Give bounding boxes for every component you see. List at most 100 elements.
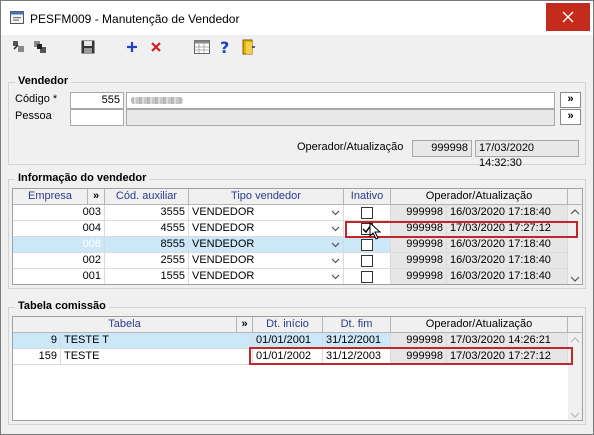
- chevron-down-icon[interactable]: [331, 240, 340, 249]
- comissao-grid-corner: [568, 317, 582, 333]
- operador-id-cell: 999998: [391, 253, 447, 269]
- chevron-down-icon[interactable]: [331, 256, 340, 265]
- add-button[interactable]: [124, 39, 140, 55]
- delete-icon: [151, 42, 161, 52]
- col-tabela-header[interactable]: Tabela: [13, 317, 237, 333]
- info-scrollbar[interactable]: [568, 205, 582, 284]
- scroll-up-icon: [570, 337, 580, 343]
- tipo-vendedor-text: VENDEDOR: [192, 206, 255, 218]
- save-button[interactable]: [80, 39, 96, 55]
- col-empresa-lookup-header[interactable]: »: [88, 189, 105, 205]
- cod-auxiliar-cell[interactable]: 1555: [105, 269, 189, 284]
- tabela-comissao-group: Tabela comissão Tabela » Dt. início Dt. …: [8, 300, 586, 425]
- vendedor-name-field[interactable]: [126, 92, 555, 109]
- tabela-num-cell[interactable]: 159: [13, 349, 61, 365]
- help-button[interactable]: ?: [217, 39, 233, 55]
- calendar-button[interactable]: [194, 39, 210, 55]
- pessoa-name-field: [126, 109, 555, 126]
- scroll-up-icon: [570, 209, 580, 215]
- mouse-cursor-icon: [369, 222, 382, 240]
- cod-auxiliar-cell[interactable]: 4555: [105, 221, 189, 237]
- vendedor-group-title: Vendedor: [15, 75, 72, 87]
- codigo-lookup-button[interactable]: »: [560, 92, 581, 108]
- highlight-annotation-comissao: [249, 347, 573, 365]
- col-cod-auxiliar-header[interactable]: Cód. auxiliar: [105, 189, 189, 205]
- empresa-cell[interactable]: 003: [13, 205, 105, 221]
- save-icon: [81, 40, 95, 54]
- tipo-vendedor-text: VENDEDOR: [192, 222, 255, 234]
- toolbar: ?: [1, 35, 593, 61]
- inativo-checkbox[interactable]: [361, 271, 373, 283]
- inativo-checkbox[interactable]: [361, 255, 373, 267]
- pessoa-label: Pessoa: [15, 110, 52, 122]
- tipo-vendedor-cell[interactable]: VENDEDOR: [189, 205, 344, 221]
- tabela-nome-cell[interactable]: TESTE T: [61, 333, 253, 349]
- chevron-down-icon[interactable]: [331, 208, 340, 217]
- close-button[interactable]: [546, 3, 590, 31]
- tipo-vendedor-cell[interactable]: VENDEDOR: [189, 269, 344, 284]
- col-inativo-header[interactable]: Inativo: [344, 189, 391, 205]
- window-title: PESFM009 - Manutenção de Vendedor: [30, 12, 240, 26]
- tipo-vendedor-cell[interactable]: VENDEDOR: [189, 237, 344, 253]
- cod-auxiliar-cell[interactable]: 8555: [105, 237, 189, 253]
- operador-id-field: 999998: [412, 140, 472, 157]
- app-icon: [10, 11, 24, 24]
- inativo-checkbox[interactable]: [361, 207, 373, 219]
- col-tipo-vendedor-header[interactable]: Tipo vendedor: [189, 189, 344, 205]
- codigo-label: Código *: [15, 93, 58, 105]
- inativo-cell: [344, 269, 391, 284]
- operador-id-cell: 999998: [391, 205, 447, 221]
- pessoa-lookup-button[interactable]: »: [560, 109, 581, 125]
- operador-id-cell: 999998: [391, 269, 447, 284]
- col-operador-header[interactable]: Operador/Atualização: [391, 189, 568, 205]
- tipo-vendedor-text: VENDEDOR: [192, 270, 255, 282]
- cod-auxiliar-cell[interactable]: 2555: [105, 253, 189, 269]
- table-row[interactable]: 008 8555 VENDEDOR 999998 16/03/2020 17:18:40: [13, 237, 568, 253]
- tipo-vendedor-cell[interactable]: VENDEDOR: [189, 253, 344, 269]
- col-comissao-operador-header[interactable]: Operador/Atualização: [391, 317, 568, 333]
- last-record-icon: [34, 41, 46, 53]
- exit-button[interactable]: [241, 39, 257, 55]
- empresa-cell[interactable]: 001: [13, 269, 105, 284]
- empresa-cell[interactable]: 008: [13, 237, 105, 253]
- operador-timestamp-cell: 16/03/2020 17:18:40: [447, 237, 568, 253]
- empresa-cell[interactable]: 002: [13, 253, 105, 269]
- cod-auxiliar-cell[interactable]: 3555: [105, 205, 189, 221]
- table-row[interactable]: 001 1555 VENDEDOR 999998 16/03/2020 17:18:40: [13, 269, 568, 284]
- grid-corner: [568, 189, 582, 205]
- tabela-comissao-grid: Tabela » Dt. início Dt. fim Operador/Atu…: [12, 316, 583, 421]
- table-row[interactable]: 003 3555 VENDEDOR 999998 16/03/2020 17:18:40: [13, 205, 568, 221]
- inativo-checkbox[interactable]: [361, 239, 373, 251]
- last-record-button[interactable]: [32, 39, 48, 55]
- col-dt-fim-header[interactable]: Dt. fim: [323, 317, 391, 333]
- svg-text:?: ?: [220, 39, 229, 55]
- pessoa-field[interactable]: [70, 109, 124, 126]
- info-vendedor-group-title: Informação do vendedor: [15, 172, 150, 184]
- tipo-vendedor-text: VENDEDOR: [192, 254, 255, 266]
- help-icon: ?: [220, 39, 229, 55]
- operador-timestamp-cell: 16/03/2020 17:18:40: [447, 269, 568, 284]
- col-tabela-lookup-header[interactable]: »: [237, 317, 253, 333]
- delete-button[interactable]: [148, 39, 164, 55]
- scroll-down-icon: [570, 276, 580, 282]
- tipo-vendedor-cell[interactable]: VENDEDOR: [189, 221, 344, 237]
- tabela-nome-cell[interactable]: TESTE: [61, 349, 253, 365]
- operador-timestamp-field: 17/03/2020 14:32:30: [475, 140, 579, 169]
- chevron-down-icon[interactable]: [331, 224, 340, 233]
- vendedor-group: Vendedor Código * 555 » Pessoa » Operado…: [8, 75, 586, 169]
- title-bar: PESFM009 - Manutenção de Vendedor: [1, 1, 593, 35]
- inativo-cell: [344, 253, 391, 269]
- col-empresa-header[interactable]: Empresa: [13, 189, 88, 205]
- scroll-down-icon: [570, 412, 580, 418]
- inativo-cell: [344, 237, 391, 253]
- col-dt-inicio-header[interactable]: Dt. início: [253, 317, 323, 333]
- exit-icon: [242, 39, 255, 55]
- codigo-field[interactable]: 555: [70, 92, 124, 109]
- empresa-cell[interactable]: 004: [13, 221, 105, 237]
- table-row[interactable]: 002 2555 VENDEDOR 999998 16/03/2020 17:18:40: [13, 253, 568, 269]
- tabela-num-cell[interactable]: 9: [13, 333, 61, 349]
- tabela-comissao-group-title: Tabela comissão: [15, 300, 109, 312]
- operador-timestamp-cell: 16/03/2020 17:18:40: [447, 253, 568, 269]
- chevron-down-icon[interactable]: [331, 272, 340, 281]
- first-record-button[interactable]: [11, 39, 27, 55]
